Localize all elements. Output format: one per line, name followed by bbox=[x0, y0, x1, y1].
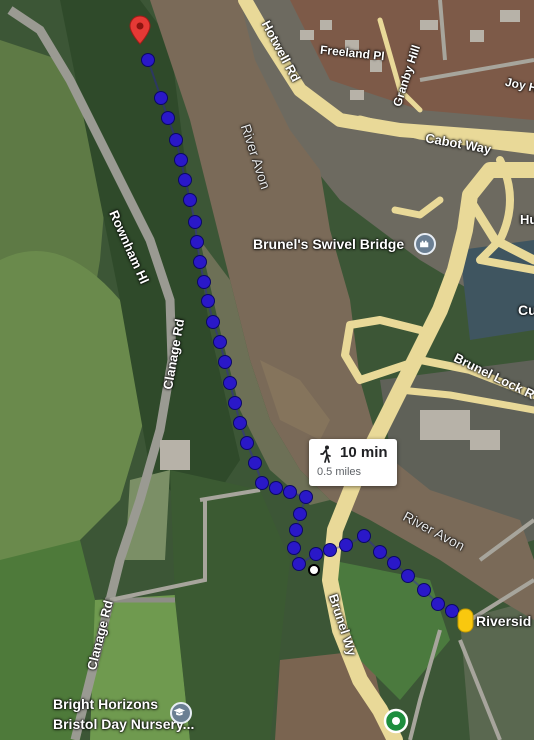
route-dot bbox=[299, 490, 313, 504]
route-dot bbox=[154, 91, 168, 105]
poi-label-swivel-bridge[interactable]: Brunel's Swivel Bridge bbox=[253, 236, 404, 252]
route-dot bbox=[289, 523, 303, 537]
walking-person-icon bbox=[320, 445, 331, 463]
route-dot bbox=[357, 529, 371, 543]
route-dot bbox=[387, 556, 401, 570]
route-dot bbox=[417, 583, 431, 597]
route-dot bbox=[197, 275, 211, 289]
route-dot bbox=[339, 538, 353, 552]
route-dot bbox=[309, 547, 323, 561]
transit-station-icon[interactable] bbox=[383, 708, 409, 734]
route-dot bbox=[183, 193, 197, 207]
road-label-cu: Cu bbox=[518, 302, 534, 318]
route-dot bbox=[193, 255, 207, 269]
route-dot bbox=[213, 335, 227, 349]
route-dot bbox=[174, 153, 188, 167]
route-dot bbox=[373, 545, 387, 559]
destination-marker[interactable] bbox=[457, 608, 474, 633]
route-dot bbox=[161, 111, 175, 125]
satellite-map[interactable] bbox=[0, 0, 534, 740]
route-dot bbox=[188, 215, 202, 229]
route-dot bbox=[141, 53, 155, 67]
route-dot bbox=[178, 173, 192, 187]
route-dot bbox=[223, 376, 237, 390]
route-dot bbox=[431, 597, 445, 611]
route-dot bbox=[190, 235, 204, 249]
route-dot bbox=[233, 416, 247, 430]
poi-label-riverside[interactable]: Riversid bbox=[476, 613, 531, 629]
route-dot bbox=[293, 507, 307, 521]
route-dot bbox=[201, 294, 215, 308]
route-dot bbox=[255, 476, 269, 490]
route-dot bbox=[283, 485, 297, 499]
route-dot bbox=[401, 569, 415, 583]
route-dot bbox=[269, 481, 283, 495]
route-dot bbox=[248, 456, 262, 470]
route-distance: 0.5 miles bbox=[317, 466, 362, 478]
landmark-icon[interactable] bbox=[414, 233, 436, 255]
route-eta-card[interactable]: 10 min 0.5 miles bbox=[309, 439, 397, 486]
graduation-cap-icon[interactable] bbox=[170, 702, 192, 724]
route-dot bbox=[169, 133, 183, 147]
route-dot bbox=[206, 315, 220, 329]
route-dot bbox=[218, 355, 232, 369]
route-dot bbox=[445, 604, 459, 618]
route-dot bbox=[228, 396, 242, 410]
waypoint-marker bbox=[308, 564, 320, 576]
road-label-hu: Hu bbox=[520, 212, 534, 227]
route-dot bbox=[287, 541, 301, 555]
route-dot bbox=[240, 436, 254, 450]
route-duration: 10 min bbox=[340, 444, 388, 461]
poi-label-nursery-line1[interactable]: Bright Horizons bbox=[53, 696, 158, 712]
route-dot bbox=[323, 543, 337, 557]
route-dot bbox=[292, 557, 306, 571]
